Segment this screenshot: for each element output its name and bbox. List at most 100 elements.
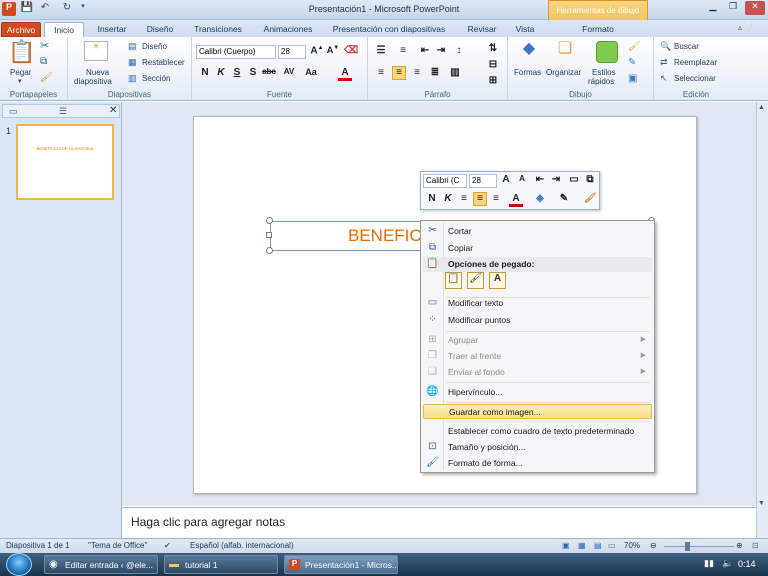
shapes-icon[interactable]: ◆ — [518, 41, 540, 63]
new-slide-label-2[interactable]: diapositiva — [74, 77, 112, 86]
mini-increase-indent-icon[interactable]: ⇥ — [549, 174, 563, 188]
decrease-indent-icon[interactable]: ⇤ — [418, 45, 432, 59]
format-painter-icon[interactable]: 🖌 — [40, 73, 53, 83]
italic-icon[interactable]: K — [214, 67, 228, 81]
menu-item-modificar-puntos[interactable]: ⁘ Modificar puntos — [423, 313, 652, 328]
notes-pane[interactable]: Haga clic para agregar notas — [122, 507, 756, 538]
align-center-icon[interactable]: ≡ — [392, 66, 406, 80]
font-name-combo[interactable]: Calibri (Cuerpo) — [196, 45, 276, 59]
strikethrough-icon[interactable]: abc — [262, 67, 276, 81]
zoom-in-icon[interactable]: ⊕ — [736, 541, 743, 550]
mini-shrink-font-icon[interactable]: A — [515, 174, 529, 188]
menu-item-modificar-texto[interactable]: ▭ Modificar texto — [423, 296, 652, 311]
mini-size-combo[interactable]: 28 — [469, 174, 497, 188]
shadow-icon[interactable]: S — [246, 67, 260, 81]
char-spacing-icon[interactable]: AV — [282, 67, 296, 81]
tab-animaciones[interactable]: Animaciones — [256, 22, 320, 37]
tab-transiciones[interactable]: Transiciones — [188, 22, 248, 37]
align-text-icon[interactable]: ⊟ — [486, 59, 500, 73]
scroll-down-icon[interactable]: ▼ — [758, 500, 765, 507]
section-button[interactable]: Sección — [142, 74, 170, 83]
language[interactable]: Español (alfab. internacional) — [190, 541, 294, 550]
clear-format-icon[interactable]: ⌫ — [344, 45, 358, 59]
increase-indent-icon[interactable]: ⇥ — [434, 45, 448, 59]
grow-font-icon[interactable]: A▲ — [310, 45, 324, 59]
numbering-icon[interactable]: ≡ — [396, 45, 410, 59]
tab-presentacion[interactable]: Presentación con diapositivas — [326, 22, 452, 37]
paste-use-theme-icon[interactable]: 📋 — [445, 272, 462, 289]
mini-font-combo[interactable]: Calibri (C — [423, 174, 467, 188]
fit-window-icon[interactable]: ⊡ — [752, 541, 759, 550]
mini-align-right-icon[interactable]: ≡ — [489, 193, 503, 207]
cut-icon[interactable]: ✂ — [40, 41, 49, 52]
align-right-icon[interactable]: ≡ — [410, 67, 424, 81]
tab-insertar[interactable]: Insertar — [90, 22, 134, 37]
clock[interactable]: 0:14 — [738, 559, 756, 569]
mini-align-left-icon[interactable]: ≡ — [457, 193, 471, 207]
paste-dropdown-icon[interactable]: ▾ — [18, 77, 22, 85]
close-icon[interactable]: ✕ — [745, 1, 765, 15]
network-icon[interactable]: ▮▮ — [704, 558, 714, 569]
menu-item-cortar[interactable]: ✂ Cortar — [423, 224, 652, 239]
reading-view-icon[interactable]: ▤ — [594, 541, 602, 550]
mini-format-painter-icon[interactable]: 🖌 — [583, 193, 597, 207]
menu-item-formato-forma[interactable]: 🖌 Formato de forma... — [423, 456, 652, 471]
menu-item-copiar[interactable]: ⧉ Copiar — [423, 241, 652, 256]
paste-keep-source-icon[interactable]: 🖌 — [467, 272, 484, 289]
volume-icon[interactable]: 🔈 — [722, 558, 733, 569]
mini-align-center-icon[interactable]: ≡ — [473, 192, 487, 206]
columns-icon[interactable]: ▥ — [448, 67, 462, 81]
arrange-icon[interactable]: ❏ — [554, 41, 576, 63]
select-button[interactable]: Seleccionar — [674, 74, 716, 83]
font-color-icon[interactable]: A — [338, 67, 352, 81]
paste-text-only-icon[interactable]: A — [489, 272, 506, 289]
line-spacing-icon[interactable]: ↕ — [452, 45, 466, 59]
shape-outline-icon[interactable]: ✎ — [628, 58, 636, 68]
tab-revisar[interactable]: Revisar — [460, 22, 504, 37]
replace-button[interactable]: Reemplazar — [674, 58, 717, 67]
outline-tab-icon[interactable]: ☰ — [59, 106, 67, 117]
change-case-icon[interactable]: Aa — [304, 67, 318, 81]
tab-vista[interactable]: Vista — [510, 22, 540, 37]
tab-archivo[interactable]: Archivo — [1, 22, 41, 37]
shape-effects-icon[interactable]: ▣ — [628, 74, 637, 84]
menu-item-hipervinculo[interactable]: 🌐 Hipervínculo... — [423, 385, 652, 400]
mini-font-color-icon[interactable]: A — [509, 193, 523, 207]
align-left-icon[interactable]: ≡ — [374, 67, 388, 81]
normal-view-icon[interactable]: ▣ — [562, 541, 570, 550]
mini-copy-shape-icon[interactable]: ⧉ — [583, 174, 597, 188]
reset-button[interactable]: Restablecer — [142, 58, 185, 67]
mini-bold-icon[interactable]: N — [425, 193, 439, 207]
mini-outline-icon[interactable]: ✎ — [557, 193, 571, 207]
mini-shape-icon[interactable]: ▭ — [567, 174, 581, 188]
arrange-button[interactable]: Organizar — [546, 68, 581, 77]
close-pane-icon[interactable]: ✕ — [109, 105, 117, 116]
maximize-icon[interactable]: ❐ — [724, 1, 742, 15]
taskbar-item-powerpoint[interactable]: P Presentación1 - Micros... — [284, 555, 398, 574]
select-icon[interactable]: ↖ — [660, 74, 668, 83]
quick-styles-label-1[interactable]: Estilos — [592, 68, 616, 77]
resize-handle[interactable] — [266, 247, 273, 254]
notes-placeholder[interactable]: Haga clic para agregar notas — [131, 515, 285, 529]
resize-handle[interactable] — [266, 217, 273, 224]
slideshow-icon[interactable]: ▭ — [608, 541, 616, 550]
smartart-icon[interactable]: ⊞ — [486, 75, 500, 89]
zoom-level[interactable]: 70% — [624, 541, 640, 550]
new-slide-icon[interactable]: ☀ — [84, 41, 108, 61]
find-button[interactable]: Buscar — [674, 42, 699, 51]
theme-name[interactable]: "Tema de Office" — [88, 541, 147, 550]
shapes-button[interactable]: Formas — [514, 68, 541, 77]
vertical-scrollbar[interactable]: ▲ ▼ — [756, 102, 768, 538]
slide-sorter-icon[interactable]: ▦ — [578, 541, 586, 550]
quick-styles-label-2[interactable]: rápidos — [588, 77, 614, 86]
menu-item-guardar-como-imagen[interactable]: Guardar como imagen... — [423, 404, 652, 419]
layout-icon[interactable]: ▤ — [128, 42, 137, 51]
slide-thumbnail[interactable]: BENEFICIOS DE LA HISTORIA — [16, 124, 114, 200]
mini-fill-icon[interactable]: ◈ — [533, 193, 547, 207]
help-icon[interactable]: ▵ ❔ — [738, 23, 754, 32]
minimize-icon[interactable]: ▁ — [704, 1, 722, 15]
paste-icon[interactable]: 📋 — [8, 41, 35, 63]
justify-icon[interactable]: ≣ — [428, 67, 442, 81]
tab-diseno[interactable]: Diseño — [140, 22, 180, 37]
scroll-up-icon[interactable]: ▲ — [758, 104, 765, 111]
